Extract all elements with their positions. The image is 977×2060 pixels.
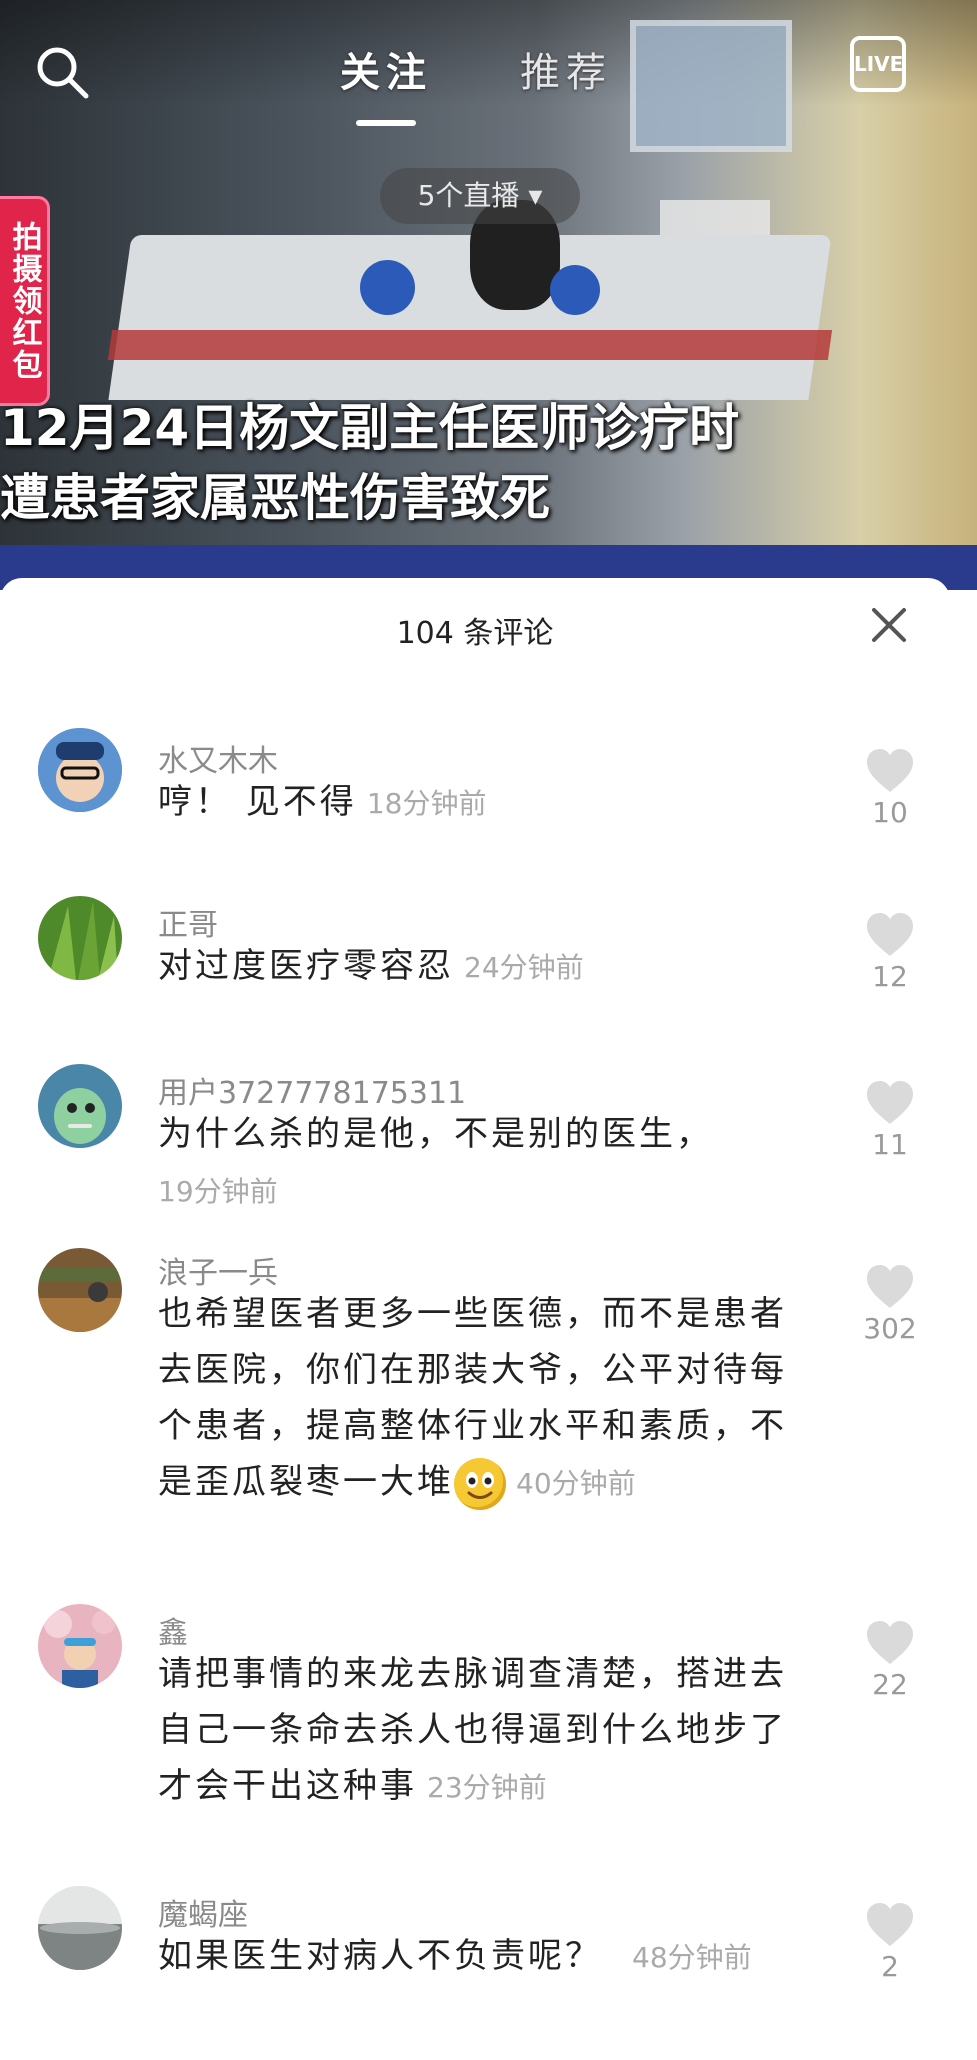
avatar[interactable] xyxy=(38,1248,122,1332)
search-icon[interactable] xyxy=(34,44,90,100)
tab-recommend[interactable]: 推荐 xyxy=(520,40,612,98)
comment-time: 18分钟前 xyxy=(366,787,487,820)
comment-text[interactable]: 请把事情的来龙去脉调查清楚，搭进去自己一条命去杀人也得逼到什么地步了才会干出这种… xyxy=(158,1646,808,1816)
close-icon[interactable] xyxy=(866,602,912,648)
heart-icon xyxy=(867,1081,913,1124)
heart-icon xyxy=(867,1903,913,1946)
comment-text[interactable]: 为什么杀的是他，不是别的医生， 19分钟前 xyxy=(158,1106,808,1220)
comment-time: 23分钟前 xyxy=(427,1771,547,1804)
like-count: 11 xyxy=(872,1128,908,1161)
video-caption-line: 12月24日杨文副主任医师诊疗时 xyxy=(0,399,740,457)
comment-time: 48分钟前 xyxy=(632,1941,752,1974)
like-button[interactable]: 302 xyxy=(850,1264,930,1345)
avatar[interactable] xyxy=(38,728,122,812)
avatar[interactable] xyxy=(38,1064,122,1148)
avatar[interactable] xyxy=(38,1604,122,1688)
like-button[interactable]: 10 xyxy=(860,748,920,829)
comment-body: 对过度医疗零容忍 xyxy=(158,946,454,986)
like-button[interactable]: 12 xyxy=(860,912,920,993)
comment-time: 19分钟前 xyxy=(158,1175,278,1208)
heart-icon xyxy=(867,1265,913,1308)
live-count-pill[interactable]: 5个直播 ▾ xyxy=(380,168,580,224)
live-icon[interactable]: LIVE xyxy=(850,36,906,92)
comment-item: 用户3727778175311 为什么杀的是他，不是别的医生， 19分钟前 11 xyxy=(0,1064,950,1224)
comment-item: 正哥 对过度医疗零容忍 24分钟前 12 xyxy=(0,896,950,1026)
comment-time: 24分钟前 xyxy=(464,951,584,984)
like-button[interactable]: 2 xyxy=(860,1902,920,1983)
video-figure xyxy=(550,265,600,315)
comment-count-title: 104 条评论 xyxy=(396,616,554,651)
comment-text[interactable]: 哼！ 见不得 18分钟前 xyxy=(158,774,808,832)
comment-item: 魔蝎座 如果医生对病人不负责呢？ 48分钟前 2 xyxy=(0,1886,950,2016)
heart-icon xyxy=(867,913,913,956)
comment-item: 鑫 请把事情的来龙去脉调查清楚，搭进去自己一条命去杀人也得逼到什么地步了才会干出… xyxy=(0,1604,950,1844)
like-button[interactable]: 22 xyxy=(860,1620,920,1701)
like-count: 12 xyxy=(872,960,908,993)
tab-follow[interactable]: 关注 xyxy=(340,40,432,98)
video-background-board xyxy=(630,20,792,152)
like-count: 10 xyxy=(872,796,908,829)
like-count: 302 xyxy=(863,1312,917,1345)
comment-time: 40分钟前 xyxy=(516,1467,636,1500)
avatar[interactable] xyxy=(38,896,122,980)
active-tab-indicator xyxy=(356,120,416,126)
red-packet-badge[interactable]: 拍摄领红包 xyxy=(0,196,50,406)
video-counter-stripe xyxy=(107,330,833,360)
comment-sheet: 104 条评论 水又木木 哼！ 见不得 18分钟前 10 正哥 对过度医疗零容忍 2… xyxy=(0,578,950,2060)
like-count: 2 xyxy=(881,1950,899,1983)
comment-text[interactable]: 也希望医者更多一些医德，而不是患者去医院，你们在那装大爷，公平对待每个患者，提高… xyxy=(158,1286,808,1512)
comment-body: 为什么杀的是他，不是别的医生， xyxy=(158,1114,713,1154)
avatar[interactable] xyxy=(38,1886,122,1970)
like-count: 22 xyxy=(872,1668,908,1701)
smile-emoji-icon xyxy=(454,1457,506,1510)
comment-text[interactable]: 对过度医疗零容忍 24分钟前 xyxy=(158,938,808,996)
comment-item: 水又木木 哼！ 见不得 18分钟前 10 xyxy=(0,728,950,858)
video-figure xyxy=(360,260,415,315)
heart-icon xyxy=(867,749,913,792)
heart-icon xyxy=(867,1621,913,1664)
comment-text[interactable]: 如果医生对病人不负责呢？ 48分钟前 xyxy=(158,1928,838,1986)
comment-body: 哼！ 见不得 xyxy=(158,782,357,822)
comment-item: 浪子一兵 也希望医者更多一些医德，而不是患者去医院，你们在那装大爷，公平对待每个… xyxy=(0,1248,950,1548)
video-caption-line: 遭患者家属恶性伤害致死 xyxy=(0,469,550,527)
video-player[interactable]: 关注 推荐 LIVE 5个直播 ▾ 拍摄领红包 12月24日杨文副主任医师诊疗时… xyxy=(0,0,977,590)
like-button[interactable]: 11 xyxy=(860,1080,920,1161)
comment-body: 如果医生对病人不负责呢？ xyxy=(158,1936,602,1976)
